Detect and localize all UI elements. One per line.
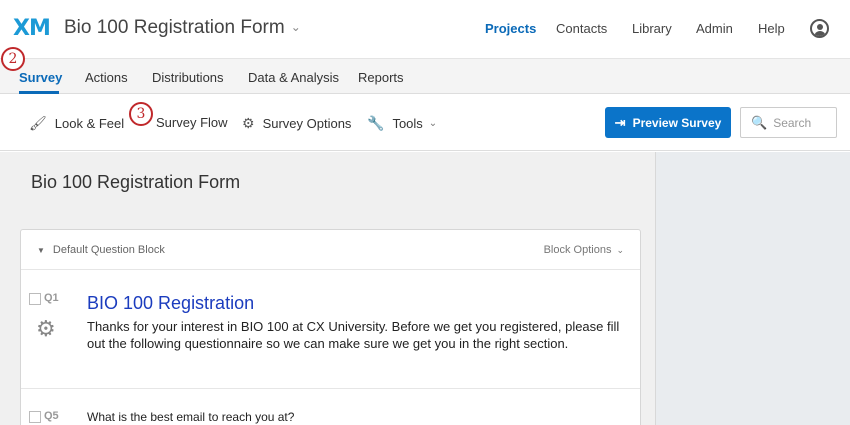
- question-text[interactable]: What is the best email to reach you at?: [87, 410, 294, 424]
- nav-contacts[interactable]: Contacts: [556, 21, 607, 36]
- annotation-marker-3: 3: [129, 102, 153, 126]
- survey-options-label: Survey Options: [262, 116, 352, 131]
- question-select-checkbox[interactable]: [29, 411, 41, 423]
- question-select-checkbox[interactable]: [29, 293, 41, 305]
- xm-logo[interactable]: XM: [13, 16, 51, 41]
- nav-admin[interactable]: Admin: [696, 21, 733, 36]
- survey-flow-button[interactable]: Survey Flow: [156, 115, 228, 130]
- user-account-icon[interactable]: [810, 19, 829, 38]
- nav-projects[interactable]: Projects: [485, 21, 536, 36]
- tab-distributions[interactable]: Distributions: [152, 70, 224, 85]
- nav-help[interactable]: Help: [758, 21, 785, 36]
- survey-flow-label: Survey Flow: [156, 115, 228, 130]
- survey-title-dropdown[interactable]: Bio 100 Registration Form ⌄: [64, 17, 301, 39]
- search-icon: 🔍: [751, 114, 768, 130]
- look-feel-button[interactable]: 🖌 Look & Feel: [29, 115, 124, 132]
- search-placeholder: Search: [773, 115, 812, 130]
- wrench-icon: 🔧: [367, 115, 385, 131]
- block-name-toggle[interactable]: ▼ Default Question Block: [37, 244, 165, 256]
- chevron-down-icon: ⌄: [290, 20, 301, 34]
- chevron-down-icon: ⌄: [616, 245, 624, 255]
- tab-data-analysis[interactable]: Data & Analysis: [248, 70, 339, 85]
- tab-actions[interactable]: Actions: [85, 70, 128, 85]
- block-header: ▼ Default Question Block Block Options ⌄: [21, 230, 640, 270]
- annotation-marker-2: 2: [1, 47, 25, 71]
- look-feel-label: Look & Feel: [54, 116, 125, 131]
- divider: [21, 388, 640, 389]
- question-id: Q5: [44, 410, 59, 422]
- gear-icon[interactable]: ⚙: [36, 318, 56, 340]
- right-side-panel: [655, 152, 850, 425]
- nav-library[interactable]: Library: [632, 21, 672, 36]
- tab-reports[interactable]: Reports: [358, 70, 404, 85]
- block-options-dropdown[interactable]: Block Options ⌄: [544, 244, 624, 256]
- collapse-triangle-icon: ▼: [37, 246, 45, 255]
- survey-title-label: Bio 100 Registration Form: [64, 17, 285, 38]
- block-name-label: Default Question Block: [52, 244, 165, 256]
- tools-dropdown[interactable]: 🔧 Tools ⌄: [367, 115, 437, 132]
- preview-survey-button[interactable]: ⇥ Preview Survey: [605, 107, 731, 138]
- question-id: Q1: [44, 292, 59, 304]
- paintbrush-icon: 🖌: [29, 115, 47, 131]
- survey-name-heading: Bio 100 Registration Form: [31, 172, 241, 192]
- search-input[interactable]: 🔍 Search: [740, 107, 837, 138]
- tab-survey[interactable]: Survey: [19, 70, 62, 85]
- block-options-label: Block Options: [543, 244, 612, 256]
- preview-icon: ⇥: [614, 114, 626, 130]
- preview-survey-label: Preview Survey: [632, 115, 722, 130]
- chevron-down-icon: ⌄: [428, 118, 438, 129]
- survey-options-button[interactable]: ⚙ Survey Options: [242, 115, 351, 132]
- gear-icon: ⚙: [242, 115, 255, 131]
- question-title[interactable]: BIO 100 Registration: [87, 293, 254, 314]
- tools-label: Tools: [392, 116, 423, 131]
- question-text[interactable]: Thanks for your interest in BIO 100 at C…: [87, 318, 632, 352]
